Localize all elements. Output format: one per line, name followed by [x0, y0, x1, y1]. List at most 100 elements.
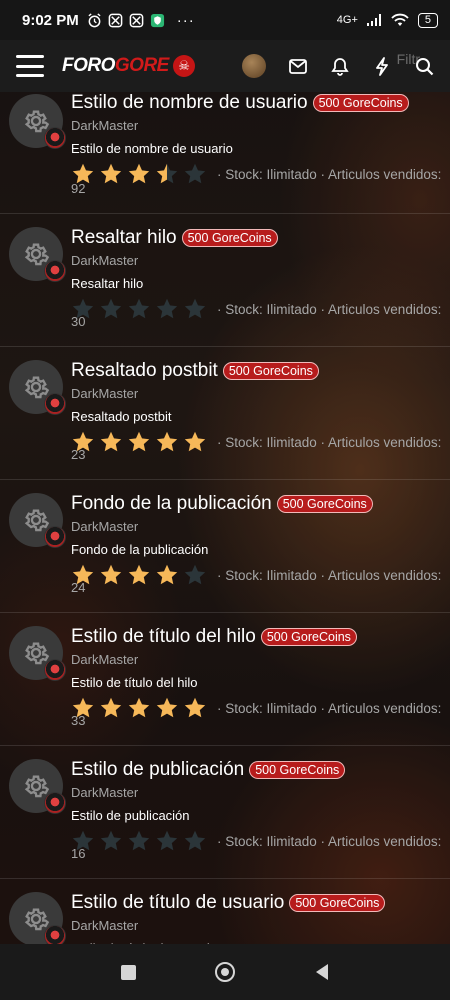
item-content: Estilo de nombre de usuario 500 GoreCoins…	[71, 92, 450, 186]
item-stock-info: · Stock: Ilimitado · Articulos vendidos:	[217, 166, 442, 182]
list-item[interactable]: Estilo de título del hilo 500 GoreCoins Da…	[0, 613, 450, 746]
shield-icon	[150, 13, 164, 27]
star-icon	[100, 564, 122, 585]
item-stock-info: · Stock: Ilimitado · Articulos vendidos:	[217, 567, 442, 583]
logo-text-foro: FORO	[62, 55, 115, 76]
item-title[interactable]: Estilo de nombre de usuario	[71, 92, 308, 114]
items-sold-count: 16	[71, 846, 86, 861]
status-time: 9:02 PM	[22, 11, 79, 29]
item-description: Fondo de la publicación	[71, 542, 209, 557]
more-dots-icon: ···	[176, 11, 195, 29]
items-sold-count: 92	[71, 181, 86, 196]
item-stats-row: · Stock: Ilimitado · Articulos vendidos:	[71, 563, 450, 587]
mail-icon[interactable]	[288, 56, 308, 76]
item-content: Estilo de publicación 500 GoreCoins DarkMa…	[71, 759, 450, 853]
item-author[interactable]: DarkMaster	[71, 386, 450, 401]
list-item[interactable]: Resaltar hilo 500 GoreCoins DarkMaster Resa…	[0, 214, 450, 347]
rating-stars	[71, 430, 215, 454]
star-icon	[156, 298, 178, 319]
signal-icon	[366, 14, 381, 26]
author-avatar[interactable]	[44, 393, 66, 415]
item-stats-row: · Stock: Ilimitado · Articulos vendidos:	[71, 162, 450, 186]
item-stock-info: · Stock: Ilimitado · Articulos vendidos:	[217, 434, 442, 450]
rating-stars	[71, 563, 215, 587]
author-avatar[interactable]	[44, 792, 66, 814]
item-content: Resaltar hilo 500 GoreCoins DarkMaster Resa…	[71, 227, 450, 321]
header-actions: Filtr	[242, 51, 434, 78]
site-logo[interactable]: FORO GORE ☠	[62, 55, 195, 77]
item-content: Fondo de la publicación 500 GoreCoins Dark…	[71, 493, 450, 587]
back-button[interactable]	[311, 961, 333, 983]
skull-logo-icon: ☠	[172, 55, 195, 77]
item-title[interactable]: Estilo de título del hilo	[71, 626, 256, 648]
author-avatar[interactable]	[44, 659, 66, 681]
star-icon	[128, 830, 150, 851]
star-icon	[128, 431, 150, 452]
star-icon	[128, 697, 150, 718]
list-item[interactable]: Estilo de publicación 500 GoreCoins DarkMa…	[0, 746, 450, 879]
star-icon	[128, 564, 150, 585]
rating-stars	[71, 829, 215, 853]
item-description: Estilo de título del hilo	[71, 675, 198, 690]
star-icon	[156, 431, 178, 452]
price-badge: 500 GoreCoins	[289, 894, 386, 912]
item-author[interactable]: DarkMaster	[71, 118, 450, 133]
app-notification-icon	[108, 13, 123, 27]
star-icon	[156, 564, 178, 585]
star-icon	[184, 163, 206, 184]
item-author[interactable]: DarkMaster	[71, 253, 450, 268]
rating-stars	[71, 696, 215, 720]
price-badge: 500 GoreCoins	[222, 362, 319, 380]
item-title-row: Resaltado postbit 500 GoreCoins	[71, 360, 450, 382]
price-badge: 500 GoreCoins	[260, 628, 357, 646]
item-title[interactable]: Resaltar hilo	[71, 227, 177, 249]
hamburger-menu-icon[interactable]	[16, 55, 44, 77]
list-item[interactable]: Estilo de título de usuario 500 GoreCoins…	[0, 879, 450, 944]
star-icon	[128, 298, 150, 319]
list-item[interactable]: Estilo de nombre de usuario 500 GoreCoins…	[0, 92, 450, 214]
rating-stars	[71, 297, 215, 321]
author-avatar[interactable]	[44, 925, 66, 944]
filter-label-ghost: Filtr	[396, 51, 420, 67]
lightning-icon[interactable]	[372, 56, 392, 76]
star-icon	[100, 298, 122, 319]
list-item[interactable]: Resaltado postbit 500 GoreCoins DarkMaster…	[0, 347, 450, 480]
item-author[interactable]: DarkMaster	[71, 652, 450, 667]
author-avatar[interactable]	[44, 127, 66, 149]
item-title[interactable]: Estilo de publicación	[71, 759, 244, 781]
home-button[interactable]	[214, 961, 236, 983]
list-item[interactable]: Fondo de la publicación 500 GoreCoins Dark…	[0, 480, 450, 613]
item-title[interactable]: Resaltado postbit	[71, 360, 218, 382]
recents-button[interactable]	[117, 961, 139, 983]
item-author[interactable]: DarkMaster	[71, 918, 450, 933]
star-icon	[184, 298, 206, 319]
network-label: 4G+	[336, 14, 358, 26]
item-author[interactable]: DarkMaster	[71, 519, 450, 534]
home-icon	[214, 962, 235, 982]
item-title-row: Fondo de la publicación 500 GoreCoins	[71, 493, 450, 515]
bell-icon[interactable]	[330, 56, 350, 76]
item-author[interactable]: DarkMaster	[71, 785, 450, 800]
user-avatar[interactable]	[242, 54, 266, 78]
item-content: Resaltado postbit 500 GoreCoins DarkMaster…	[71, 360, 450, 454]
item-content: Estilo de título de usuario 500 GoreCoins…	[71, 892, 450, 944]
price-badge: 500 GoreCoins	[276, 495, 373, 513]
author-avatar[interactable]	[44, 260, 66, 282]
item-title[interactable]: Fondo de la publicación	[71, 493, 272, 515]
star-icon	[100, 163, 122, 184]
items-sold-count: 24	[71, 580, 86, 595]
item-title-row: Estilo de publicación 500 GoreCoins	[71, 759, 450, 781]
items-sold-count: 23	[71, 447, 86, 462]
system-nav-bar	[0, 944, 450, 1000]
items-sold-count: 30	[71, 314, 86, 329]
author-avatar[interactable]	[44, 526, 66, 548]
item-title-row: Estilo de título del hilo 500 GoreCoins	[71, 626, 450, 648]
star-icon	[184, 830, 206, 851]
status-bar: 9:02 PM ··· 4G+ 5	[0, 0, 450, 40]
alarm-icon	[88, 12, 101, 27]
star-icon	[156, 163, 178, 184]
item-title[interactable]: Estilo de título de usuario	[71, 892, 284, 914]
star-icon	[128, 163, 150, 184]
item-content: Estilo de título del hilo 500 GoreCoins Da…	[71, 626, 450, 720]
item-description: Resaltado postbit	[71, 409, 172, 424]
